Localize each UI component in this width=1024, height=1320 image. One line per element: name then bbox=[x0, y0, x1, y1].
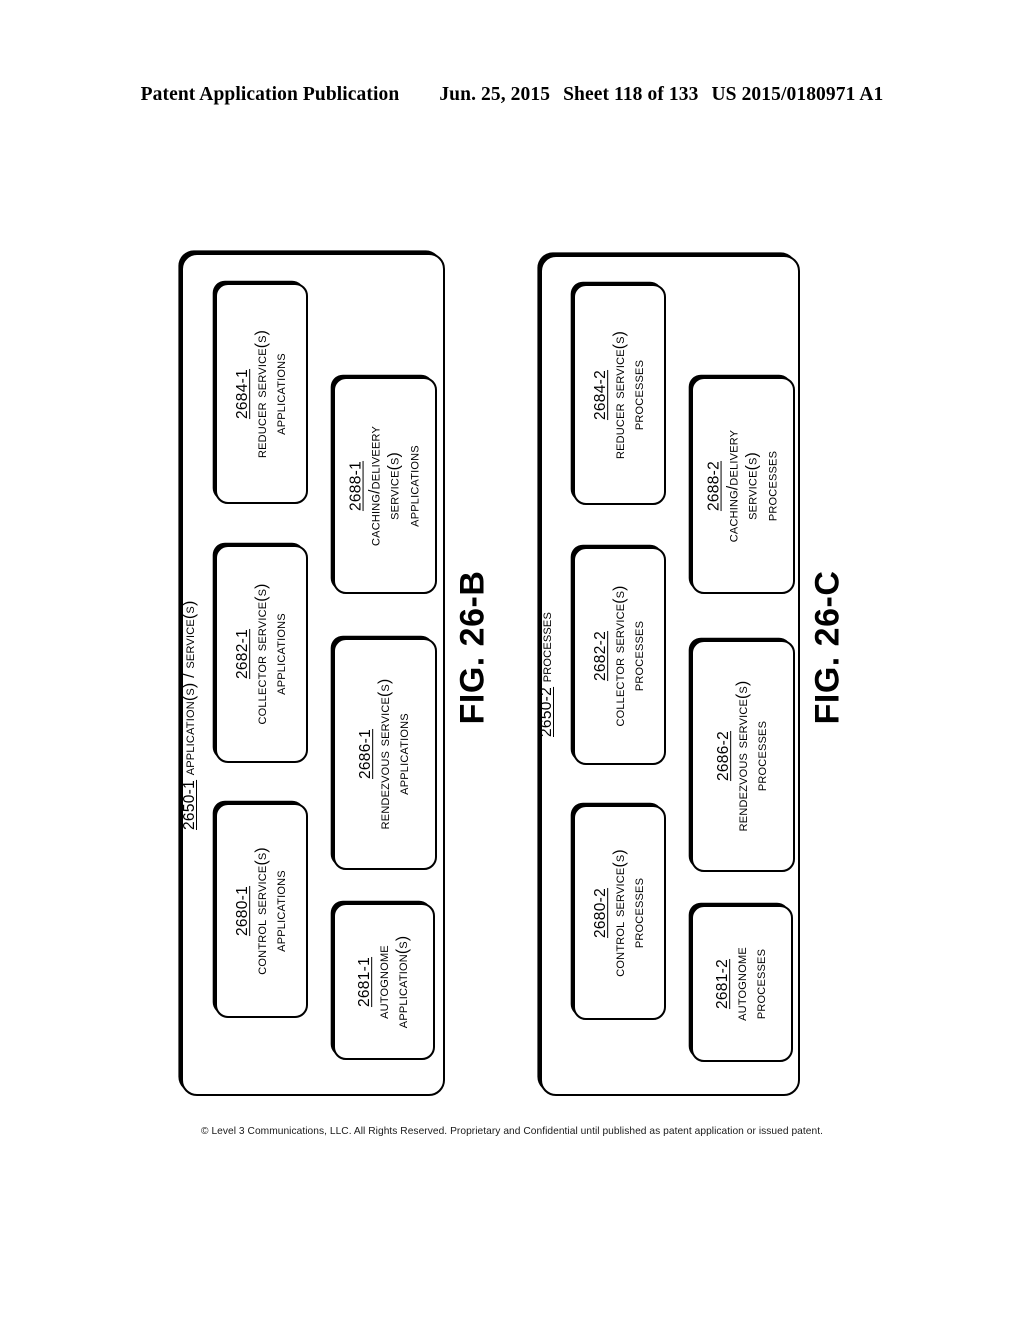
node-2681-1: 2681-1 AUTOGNOME APPLICATION(S) bbox=[333, 903, 435, 1060]
node-2682-2-ref: 2682-2 bbox=[591, 630, 609, 682]
node-2688-2: 2688-2 CACHING/DELIVERY SERVICE(S) PROCE… bbox=[691, 377, 795, 594]
node-2680-1-ref: 2680-1 bbox=[233, 885, 251, 936]
node-2684-2-label: 2684-2 REDUCER SERVICE(S) PROCESSES bbox=[591, 330, 649, 458]
node-2680-1-label: 2680-1 CONTROL SERVICE(S) APPLICATIONS bbox=[233, 847, 291, 974]
node-2684-1: 2684-1 REDUCER SERVICE(S) APPLICATIONS bbox=[215, 283, 308, 504]
node-2682-1-line-1: COLLECTOR SERVICE(S) bbox=[252, 583, 270, 725]
node-2688-1-line-2: SERVICE(S) bbox=[386, 451, 403, 520]
node-2688-1-label: 2688-1 CACHING/DELIVEERY SERVICE(S) APPL… bbox=[347, 426, 424, 546]
node-2686-2: 2686-2 RENDEZVOUS SERVICE(S) PROCESSES bbox=[691, 640, 795, 872]
node-2681-2: 2681-2 AUTOGNOME PROCESSES bbox=[691, 905, 793, 1062]
node-2680-2-line-2: PROCESSES bbox=[630, 877, 648, 948]
node-2682-2-label: 2682-2 COLLECTOR SERVICE(S) PROCESSES bbox=[591, 585, 649, 726]
node-2680-2: 2680-2 CONTROL SERVICE(S) PROCESSES bbox=[573, 805, 666, 1020]
node-2684-2: 2684-2 REDUCER SERVICE(S) PROCESSES bbox=[573, 284, 666, 505]
node-2682-1-ref: 2682-1 bbox=[233, 628, 251, 680]
node-2681-1-label: 2681-1 AUTOGNOME APPLICATION(S) bbox=[355, 935, 413, 1027]
node-2684-1-line-1: REDUCER SERVICE(S) bbox=[252, 329, 270, 458]
node-2682-1-line-2: APPLICATIONS bbox=[272, 613, 290, 695]
figure-26b-container-ref: 2650-1 bbox=[181, 779, 198, 830]
node-2686-1-ref: 2686-1 bbox=[357, 728, 375, 780]
node-2682-1-label: 2682-1 COLLECTOR SERVICE(S) APPLICATIONS bbox=[233, 583, 291, 724]
node-2686-2-line-2: PROCESSES bbox=[753, 720, 771, 792]
node-2684-1-line-2: APPLICATIONS bbox=[272, 352, 290, 435]
node-2681-2-label: 2681-2 AUTOGNOME PROCESSES bbox=[713, 947, 771, 1021]
node-2684-1-ref: 2684-1 bbox=[233, 368, 251, 419]
node-2681-1-line-1: AUTOGNOME bbox=[375, 944, 393, 1019]
node-2686-2-label: 2686-2 RENDEZVOUS SERVICE(S) PROCESSES bbox=[714, 681, 772, 832]
node-2681-1-ref: 2681-1 bbox=[356, 956, 374, 1007]
node-2682-2-line-2: PROCESSES bbox=[630, 620, 648, 692]
node-2682-2-line-1: COLLECTOR SERVICE(S) bbox=[610, 585, 628, 727]
node-2688-2-ref: 2688-2 bbox=[705, 460, 723, 511]
node-2682-1: 2682-1 COLLECTOR SERVICE(S) APPLICATIONS bbox=[215, 545, 308, 763]
node-2686-2-ref: 2686-2 bbox=[715, 730, 733, 782]
node-2684-2-line-2: PROCESSES bbox=[630, 359, 648, 430]
node-2688-1-line-1: CACHING/DELIVEERY bbox=[366, 425, 384, 546]
node-2688-1-ref: 2688-1 bbox=[347, 460, 365, 511]
node-2681-2-ref: 2681-2 bbox=[714, 958, 732, 1009]
node-2686-1-line-2: APPLICATIONS bbox=[395, 713, 413, 795]
node-2680-2-label: 2680-2 CONTROL SERVICE(S) PROCESSES bbox=[591, 849, 649, 976]
node-2680-1: 2680-1 CONTROL SERVICE(S) APPLICATIONS bbox=[215, 803, 308, 1018]
figure-26c-container-ref: 2650-2 bbox=[538, 686, 555, 737]
node-2680-2-line-1: CONTROL SERVICE(S) bbox=[610, 848, 628, 977]
figure-26c-container: 2650-2 PROCESSES 2684-2 REDUCER SERVICE(… bbox=[538, 255, 800, 1096]
node-2688-2-label: 2688-2 CACHING/DELIVERY SERVICE(S) PROCE… bbox=[705, 429, 782, 541]
node-2684-2-ref: 2684-2 bbox=[591, 369, 609, 420]
figure-26b-container-title: 2650-1 APPLICATION(S) / SERVICE(S) bbox=[181, 601, 199, 830]
figure-26b-container: 2650-1 APPLICATION(S) / SERVICE(S) 2684-… bbox=[181, 253, 445, 1096]
node-2682-2: 2682-2 COLLECTOR SERVICE(S) PROCESSES bbox=[573, 547, 666, 765]
node-2680-2-ref: 2680-2 bbox=[591, 887, 609, 938]
node-2684-1-label: 2684-1 REDUCER SERVICE(S) APPLICATIONS bbox=[233, 329, 291, 457]
node-2680-1-line-2: APPLICATIONS bbox=[272, 869, 290, 952]
node-2688-2-line-3: PROCESSES bbox=[763, 450, 781, 521]
node-2688-2-line-1: CACHING/DELIVERY bbox=[724, 429, 742, 542]
node-2680-1-line-1: CONTROL SERVICE(S) bbox=[252, 846, 270, 975]
node-2686-1-label: 2686-1 RENDEZVOUS SERVICE(S) APPLICATION… bbox=[356, 679, 414, 830]
node-2686-2-line-1: RENDEZVOUS SERVICE(S) bbox=[734, 680, 752, 832]
node-2686-1-line-1: RENDEZVOUS SERVICE(S) bbox=[376, 678, 394, 830]
node-2681-2-line-1: AUTOGNOME bbox=[733, 946, 751, 1021]
figure-26c-caption: FIG. 26-C bbox=[808, 570, 847, 725]
figure-26c-container-title: 2650-2 PROCESSES bbox=[538, 612, 556, 737]
node-2688-2-line-2: SERVICE(S) bbox=[744, 451, 761, 520]
node-2681-1-line-2: APPLICATION(S) bbox=[394, 935, 412, 1028]
node-2684-2-line-1: REDUCER SERVICE(S) bbox=[610, 330, 628, 459]
footer-copyright-note: © Level 3 Communications, LLC. All Right… bbox=[201, 1126, 823, 1137]
node-2686-1: 2686-1 RENDEZVOUS SERVICE(S) APPLICATION… bbox=[333, 638, 437, 870]
figure-26c-container-title-text: PROCESSES bbox=[538, 612, 555, 683]
node-2688-1-line-3: APPLICATIONS bbox=[405, 444, 423, 527]
figure-26b-container-title-text: APPLICATION(S) / SERVICE(S) bbox=[181, 600, 198, 776]
figure-26b-caption: FIG. 26-B bbox=[453, 570, 492, 725]
node-2688-1: 2688-1 CACHING/DELIVEERY SERVICE(S) APPL… bbox=[333, 377, 437, 594]
figure-canvas: 2650-1 APPLICATION(S) / SERVICE(S) 2684-… bbox=[0, 0, 1024, 1320]
node-2681-2-line-2: PROCESSES bbox=[752, 948, 770, 1019]
